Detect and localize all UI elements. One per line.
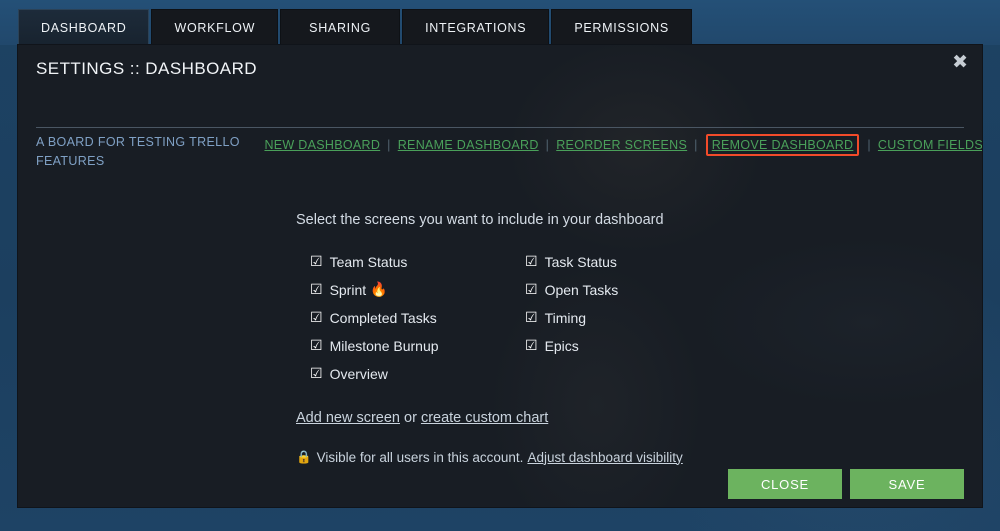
checkbox-row-task-status[interactable]: ☑ Task Status	[525, 248, 740, 276]
checkbox-label: Open Tasks	[544, 282, 619, 298]
tab-sharing-label: SHARING	[309, 20, 372, 35]
close-icon[interactable]: ✖	[952, 53, 968, 72]
link-remove-dashboard[interactable]: REMOVE DASHBOARD	[712, 138, 854, 152]
remove-dashboard-highlight: REMOVE DASHBOARD	[705, 134, 860, 156]
checkbox-icon[interactable]: ☑	[525, 283, 538, 297]
tab-permissions-label: PERMISSIONS	[574, 20, 669, 35]
checkbox-label: Timing	[544, 310, 587, 326]
checkbox-icon[interactable]: ☑	[525, 311, 538, 325]
checkbox-row-epics[interactable]: ☑ Epics	[525, 332, 740, 360]
checkbox-label: Task Status	[544, 254, 617, 270]
save-button[interactable]: SAVE	[850, 469, 964, 499]
checkbox-icon[interactable]: ☑	[525, 255, 538, 269]
add-new-screen-link[interactable]: Add new screen	[296, 410, 400, 426]
tab-permissions[interactable]: PERMISSIONS	[551, 9, 692, 45]
checkbox-icon[interactable]: ☑	[310, 283, 323, 297]
add-screen-row: Add new screen or create custom chart	[296, 410, 548, 426]
fire-icon: 🔥	[370, 282, 388, 298]
link-separator-4: |	[867, 138, 871, 152]
link-custom-fields[interactable]: CUSTOM FIELDS	[878, 138, 982, 152]
checkbox-row-completed-tasks[interactable]: ☑ Completed Tasks	[310, 304, 525, 332]
checkbox-row-timing[interactable]: ☑ Timing	[525, 304, 740, 332]
checkbox-label: Overview	[329, 366, 388, 382]
tab-sharing[interactable]: SHARING	[280, 9, 401, 45]
checkbox-label: Sprint	[329, 282, 367, 298]
board-subtitle: A BOARD FOR TESTING TRELLO FEATURES	[36, 135, 240, 168]
visibility-text: Visible for all users in this account.	[316, 449, 524, 465]
checkbox-icon[interactable]: ☑	[525, 339, 538, 353]
checkbox-label: Team Status	[329, 254, 408, 270]
link-reorder-screens[interactable]: REORDER SCREENS	[556, 138, 687, 152]
checkbox-icon[interactable]: ☑	[310, 311, 323, 325]
page-title: SETTINGS :: DASHBOARD	[36, 59, 258, 78]
action-links-row: NEW DASHBOARD | RENAME DASHBOARD | REORD…	[264, 134, 982, 156]
tab-workflow[interactable]: WORKFLOW	[151, 9, 279, 45]
screen-checkbox-columns: ☑ Team Status ☑ Sprint 🔥 ☑ Completed Tas…	[310, 248, 740, 388]
checkbox-label: Milestone Burnup	[329, 338, 439, 354]
checkbox-icon[interactable]: ☑	[310, 367, 323, 381]
tab-dashboard[interactable]: DASHBOARD	[18, 9, 150, 45]
tab-integrations-label: INTEGRATIONS	[425, 20, 527, 35]
checkbox-label: Epics	[544, 338, 579, 354]
checkbox-icon[interactable]: ☑	[310, 339, 323, 353]
checkbox-row-overview[interactable]: ☑ Overview	[310, 360, 525, 388]
lock-icon: 🔒	[296, 449, 312, 464]
checkbox-column-right: ☑ Task Status ☑ Open Tasks ☑ Timing ☑ Ep…	[525, 248, 740, 388]
visibility-row: 🔒 Visible for all users in this account.…	[296, 449, 683, 465]
tab-dashboard-label: DASHBOARD	[41, 20, 127, 35]
checkbox-icon[interactable]: ☑	[310, 255, 323, 269]
tab-workflow-label: WORKFLOW	[174, 20, 256, 35]
link-separator-1: |	[387, 138, 391, 152]
screens-prompt: Select the screens you want to include i…	[296, 212, 664, 228]
checkbox-row-team-status[interactable]: ☑ Team Status	[310, 248, 525, 276]
checkbox-column-left: ☑ Team Status ☑ Sprint 🔥 ☑ Completed Tas…	[310, 248, 525, 388]
link-separator-3: |	[694, 138, 698, 152]
settings-tab-bar: DASHBOARD WORKFLOW SHARING INTEGRATIONS …	[0, 0, 1000, 45]
link-separator-2: |	[545, 138, 550, 152]
adjust-visibility-link[interactable]: Adjust dashboard visibility	[527, 450, 682, 465]
modal-footer: CLOSE SAVE	[728, 469, 964, 499]
create-custom-chart-link[interactable]: create custom chart	[421, 410, 548, 426]
link-new-dashboard[interactable]: NEW DASHBOARD	[264, 138, 380, 152]
close-button[interactable]: CLOSE	[728, 469, 842, 499]
checkbox-label: Completed Tasks	[329, 310, 437, 326]
title-divider	[36, 127, 964, 128]
add-row-conjunction: or	[399, 410, 421, 426]
tab-integrations[interactable]: INTEGRATIONS	[402, 9, 550, 45]
checkbox-row-open-tasks[interactable]: ☑ Open Tasks	[525, 276, 740, 304]
link-rename-dashboard[interactable]: RENAME DASHBOARD	[398, 138, 539, 152]
checkbox-row-milestone-burnup[interactable]: ☑ Milestone Burnup	[310, 332, 525, 360]
checkbox-row-sprint[interactable]: ☑ Sprint 🔥	[310, 276, 525, 304]
settings-dashboard-modal: ✖ SETTINGS :: DASHBOARD A BOARD FOR TEST…	[18, 45, 982, 507]
